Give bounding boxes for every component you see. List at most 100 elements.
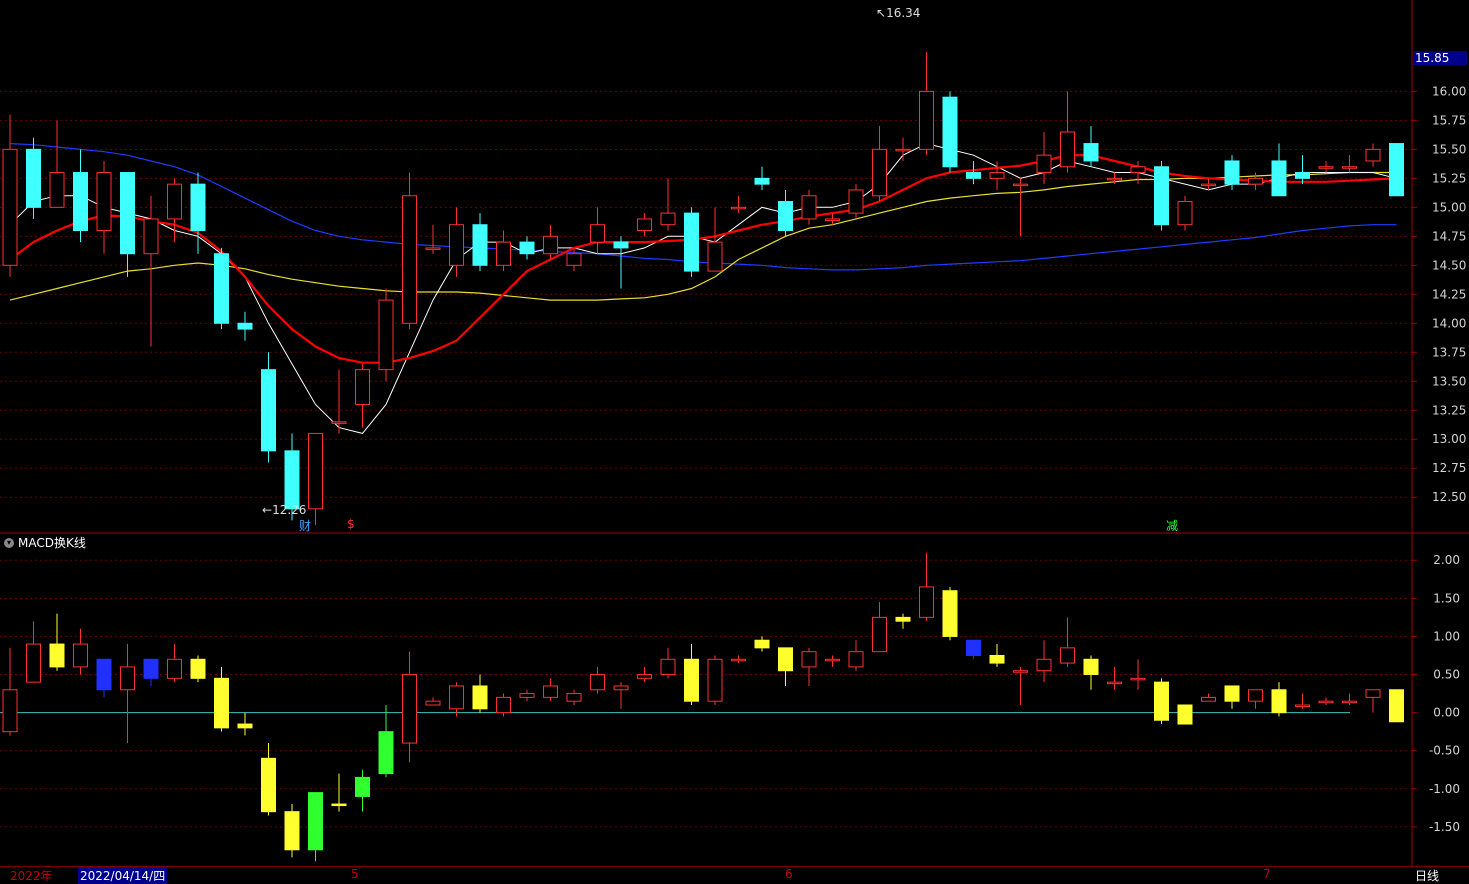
price-candle-body	[355, 369, 370, 405]
macd-candle-body	[472, 685, 488, 710]
price-tick-label: 14.00	[1432, 316, 1466, 330]
macd-candle-body	[919, 586, 934, 618]
macd-candle-body	[1389, 689, 1404, 723]
price-candle-body	[1083, 143, 1099, 162]
price-tick-label: 15.50	[1432, 142, 1466, 156]
price-candle-body	[331, 421, 347, 424]
macd-candle-body	[519, 693, 535, 698]
price-candle-body	[919, 90, 934, 150]
price-candle-body	[143, 218, 159, 255]
macd-candle-body	[1013, 670, 1028, 673]
price-candle-body	[872, 148, 887, 197]
price-candle-body	[1177, 201, 1193, 226]
price-tick-label: 14.75	[1432, 229, 1466, 243]
price-candle-body	[801, 195, 817, 220]
macd-candle-body	[590, 674, 605, 691]
price-candle-body	[1036, 154, 1052, 174]
macd-candle-body	[308, 792, 323, 851]
macd-candle-body	[1130, 677, 1146, 681]
macd-axis: 2.00 1.50 1.00 0.50 0.00 -0.50 -1.00 -1.50	[1412, 553, 1460, 834]
price-candle-body	[167, 183, 182, 220]
macd-candle-body	[378, 731, 394, 775]
macd-tick-label: 0.50	[1433, 668, 1460, 682]
price-candle-body	[731, 206, 746, 210]
macd-candle-body	[1248, 689, 1263, 702]
price-axis: 16.00 15.75 15.50 15.25 15.00 14.75 14.50 14.25…	[1412, 84, 1466, 504]
price-candle-body	[96, 172, 112, 232]
macd-candle-body	[872, 616, 887, 653]
price-candle-body	[308, 432, 323, 510]
price-candle-body	[237, 322, 253, 330]
price-candles[interactable]	[2, 51, 1404, 526]
price-candle-body	[707, 241, 723, 272]
chart-frame	[0, 0, 1469, 866]
price-candle-body	[1130, 166, 1146, 174]
macd-candle-body	[707, 658, 723, 702]
price-candle-body	[284, 450, 300, 510]
price-tick-label: 12.50	[1432, 490, 1466, 504]
dividend-marker[interactable]: $	[347, 517, 355, 531]
price-candle-body	[778, 201, 793, 232]
macd-candle-body	[754, 639, 770, 649]
price-candle-body	[942, 96, 958, 168]
price-tick-label: 15.00	[1432, 200, 1466, 214]
price-tick-label: 16.00	[1432, 84, 1466, 98]
macd-tick-label: -1.50	[1429, 820, 1460, 834]
macd-candle-body	[73, 643, 88, 668]
year-label: 2022年	[10, 869, 53, 883]
price-tick-label: 12.75	[1432, 461, 1466, 475]
time-axis-bar: 2022年 2022/04/14/四 5 6 7 日线	[0, 866, 1469, 884]
macd-candle-body	[331, 803, 347, 807]
price-candle-body	[848, 189, 864, 214]
macd-tick-label: -0.50	[1429, 744, 1460, 758]
macd-candles[interactable]	[2, 552, 1404, 862]
price-candle-body	[378, 299, 394, 371]
chevron-down-icon[interactable]: ▾	[4, 537, 14, 548]
price-candle-body	[214, 253, 229, 324]
price-tick-label: 15.25	[1432, 171, 1466, 185]
low-price-value: 12.26	[272, 503, 307, 517]
macd-candle-body	[355, 776, 370, 797]
price-candle-body	[1318, 166, 1334, 169]
price-candle-body	[1013, 183, 1028, 187]
price-candle-body	[1107, 177, 1122, 181]
price-candle-body	[496, 241, 511, 266]
macd-candle-body	[1295, 704, 1310, 707]
price-candle-body	[73, 172, 88, 232]
macd-candle-body	[143, 658, 159, 679]
reduce-marker[interactable]: 减	[1166, 517, 1178, 534]
cursor-date-label: 2022/04/14/四	[78, 867, 168, 884]
price-candle-body	[1271, 160, 1287, 197]
price-candle-body	[402, 195, 417, 324]
macd-candle-body	[613, 685, 629, 691]
month-7-label: 7	[1263, 867, 1271, 881]
finance-marker[interactable]: 财	[299, 517, 311, 534]
macd-candle-body	[989, 654, 1005, 664]
macd-candle-body	[261, 757, 276, 813]
price-candle-body	[449, 224, 464, 266]
price-candle-body	[543, 235, 558, 255]
macd-candle-body	[190, 658, 206, 679]
price-candle-body	[989, 172, 1005, 179]
month-6-label: 6	[785, 867, 793, 881]
period-selector[interactable]: 日线	[1415, 867, 1439, 884]
macd-candle-body	[1271, 689, 1287, 714]
price-candle-body	[895, 148, 911, 152]
macd-candle-body	[1342, 700, 1357, 704]
stock-chart[interactable]: 16.00 15.75 15.50 15.25 15.00 14.75 14.50 14.25…	[0, 0, 1469, 881]
macd-candle-body	[214, 677, 229, 729]
indicator-header[interactable]: ▾ MACD换K线	[4, 534, 86, 551]
price-candle-body	[660, 212, 676, 226]
current-price-tag: 15.85	[1413, 51, 1467, 65]
indicator-title: MACD换K线	[18, 536, 86, 550]
macd-candle-body	[167, 658, 182, 679]
price-candle-body	[825, 218, 840, 221]
price-grid	[0, 90, 1412, 498]
macd-candle-body	[1177, 704, 1193, 725]
price-candle-body	[1201, 183, 1216, 187]
low-price-label: ←12.26	[262, 503, 307, 517]
price-tick-label: 14.25	[1432, 287, 1466, 301]
price-candle-body	[637, 218, 652, 232]
macd-candle-body	[1154, 681, 1169, 721]
macd-candle-body	[49, 643, 65, 668]
